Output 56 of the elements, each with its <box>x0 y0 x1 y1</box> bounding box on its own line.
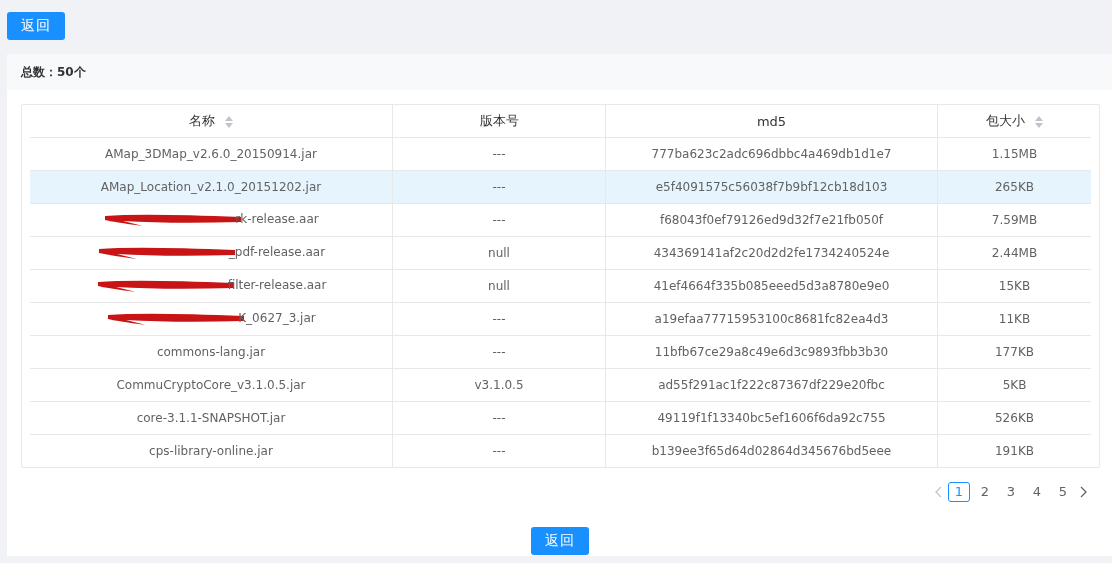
table-cell: --- <box>492 213 506 227</box>
table-cell: 434369141af2c20d2d2fe1734240524e <box>653 246 890 260</box>
table-cell: AMap_3DMap_v2.6.0_20150914.jar <box>105 147 317 161</box>
page-number[interactable]: 5 <box>1052 482 1074 502</box>
column-header: md5 <box>756 113 787 129</box>
table-cell: --- <box>492 147 506 161</box>
next-icon[interactable] <box>1078 486 1088 498</box>
sort-icon[interactable] <box>225 115 233 128</box>
table-cell: f68043f0ef79126ed9d32f7e21fb050f <box>659 213 883 227</box>
table-cell: AMap_Location_v2.1.0_20151202.jar <box>100 180 322 194</box>
table-cell: 526KB <box>995 411 1034 425</box>
table-cell: 15KB <box>998 279 1031 293</box>
page-number[interactable]: 1 <box>948 482 970 502</box>
table-cell: null <box>488 279 510 293</box>
table-cell: K_0627_3.jar <box>238 310 316 325</box>
table-cell: ad55f291ac1f222c87367df229e20fbc <box>658 378 885 392</box>
sort-icon[interactable] <box>1035 115 1043 128</box>
total-count: 总数：50个 <box>21 63 86 81</box>
page-number[interactable]: 4 <box>1026 482 1048 502</box>
table-cell: 2.44MB <box>991 246 1038 260</box>
column-header: 包大小 <box>986 113 1025 128</box>
table-cell: 5KB <box>1002 378 1027 392</box>
column-header: 名称 <box>189 113 215 128</box>
table-cell: 777ba623c2adc696dbbc4a469db1d1e7 <box>651 147 892 161</box>
table-cell: 191KB <box>995 444 1034 458</box>
table-cell: 265KB <box>995 180 1034 194</box>
table-cell: commons-lang.jar <box>156 345 266 359</box>
page-number[interactable]: 3 <box>1000 482 1022 502</box>
table-cell: 41ef4664f335b085eeed5d3a8780e9e0 <box>653 279 890 293</box>
table-cell: 177KB <box>995 345 1034 359</box>
table-cell: 7.59MB <box>991 213 1038 227</box>
table-cell: e5f4091575c56038f7b9bf12cb18d103 <box>655 180 888 194</box>
back-button[interactable]: 返回 <box>530 527 589 555</box>
table-cell: cps-library-online.jar <box>149 444 273 458</box>
table-cell: v3.1.0.5 <box>474 378 524 392</box>
table-cell: --- <box>492 411 506 425</box>
table-cell: --- <box>492 444 506 458</box>
table-cell: b139ee3f65d64d02864d345676bd5eee <box>651 444 892 458</box>
table-cell: --- <box>492 180 506 194</box>
table-cell: 11bfb67ce29a8c49e6d3c9893fbb3b30 <box>654 345 889 359</box>
table-cell: --- <box>492 345 506 359</box>
column-header: 版本号 <box>479 113 519 128</box>
table-cell: 11KB <box>998 312 1031 326</box>
table-cell: _pdf-release.aar <box>228 244 326 259</box>
table-cell: 49119f1f13340bc5ef1606f6da92c755 <box>657 411 886 425</box>
table-cell: filter-release.aar <box>227 277 327 292</box>
table-cell: null <box>488 246 510 260</box>
table-cell: core-3.1.1-SNAPSHOT.jar <box>136 411 286 425</box>
page-number[interactable]: 2 <box>974 482 996 502</box>
table-cell: CommuCryptoCore_v3.1.0.5.jar <box>116 378 306 392</box>
previous-icon[interactable] <box>934 486 944 498</box>
table-cell: a19efaa77715953100c8681fc82ea4d3 <box>654 312 889 326</box>
table-cell: rk-release.aar <box>235 211 319 226</box>
table-cell: 1.15MB <box>991 147 1038 161</box>
table-cell: --- <box>492 312 506 326</box>
back-button[interactable]: 返回 <box>7 12 65 40</box>
